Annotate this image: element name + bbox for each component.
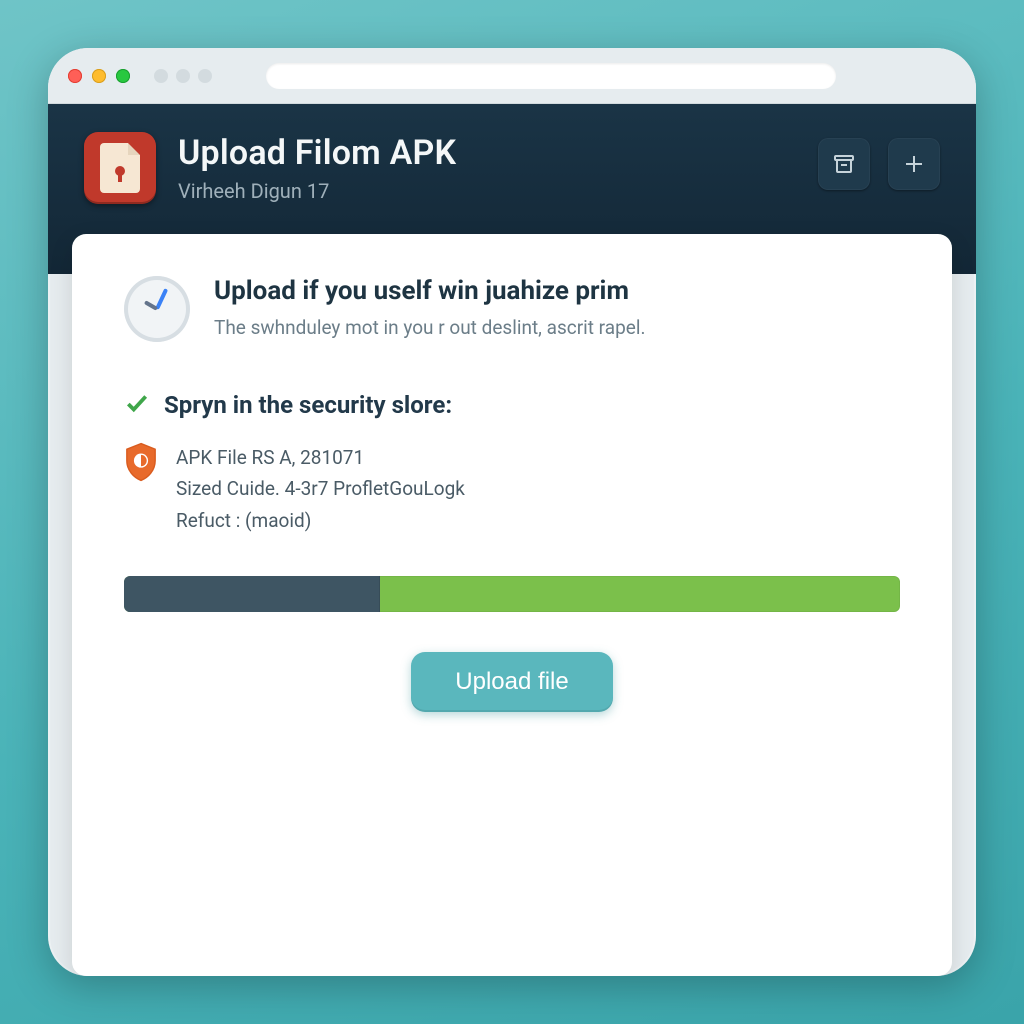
security-header: Spryn in the security slore: xyxy=(124,390,900,420)
security-body: APK File RS A, 281071 Sized Cuide. 4-3r7… xyxy=(124,442,900,536)
app-titles: Upload Filom APK Virheeh Digun 17 xyxy=(178,133,456,203)
intro-heading: Upload if you uself win juahize prim xyxy=(214,276,645,306)
archive-button[interactable] xyxy=(818,138,870,190)
check-icon xyxy=(124,390,150,420)
tab-dot xyxy=(176,69,190,83)
plus-icon xyxy=(902,152,926,176)
upload-progress-bar xyxy=(124,576,900,612)
intro-text: Upload if you uself win juahize prim The… xyxy=(214,276,645,339)
upload-file-button[interactable]: Upload file xyxy=(411,652,612,712)
tab-dot-group xyxy=(154,69,212,83)
header-actions xyxy=(818,138,940,190)
page-subtitle: Virheeh Digun 17 xyxy=(178,179,456,203)
meta-line: Refuct : (maoid) xyxy=(176,505,465,536)
security-heading: Spryn in the security slore: xyxy=(164,391,452,419)
window-controls xyxy=(68,69,130,83)
meta-line: Sized Cuide. 4-3r7 ProfletGouLogk xyxy=(176,473,465,504)
meta-line: APK File RS A, 281071 xyxy=(176,442,465,473)
address-bar[interactable] xyxy=(266,63,836,89)
page-title: Upload Filom APK xyxy=(178,133,456,173)
shield-icon xyxy=(124,442,158,482)
minimize-window-button[interactable] xyxy=(92,69,106,83)
tab-dot xyxy=(198,69,212,83)
maximize-window-button[interactable] xyxy=(116,69,130,83)
browser-window: Upload Filom APK Virheeh Digun 17 Upload… xyxy=(48,48,976,976)
archive-icon xyxy=(832,152,856,176)
content-card: Upload if you uself win juahize prim The… xyxy=(72,234,952,976)
upload-progress-fill xyxy=(124,576,380,612)
app-file-icon xyxy=(84,132,156,204)
intro-body: The swhnduley mot in you r out deslint, … xyxy=(214,316,645,339)
intro-section: Upload if you uself win juahize prim The… xyxy=(124,276,900,342)
security-meta: APK File RS A, 281071 Sized Cuide. 4-3r7… xyxy=(176,442,465,536)
close-window-button[interactable] xyxy=(68,69,82,83)
window-titlebar xyxy=(48,48,976,104)
clock-icon xyxy=(124,276,190,342)
cta-row: Upload file xyxy=(124,652,900,712)
add-button[interactable] xyxy=(888,138,940,190)
security-section: Spryn in the security slore: APK File RS… xyxy=(124,390,900,536)
tab-dot xyxy=(154,69,168,83)
